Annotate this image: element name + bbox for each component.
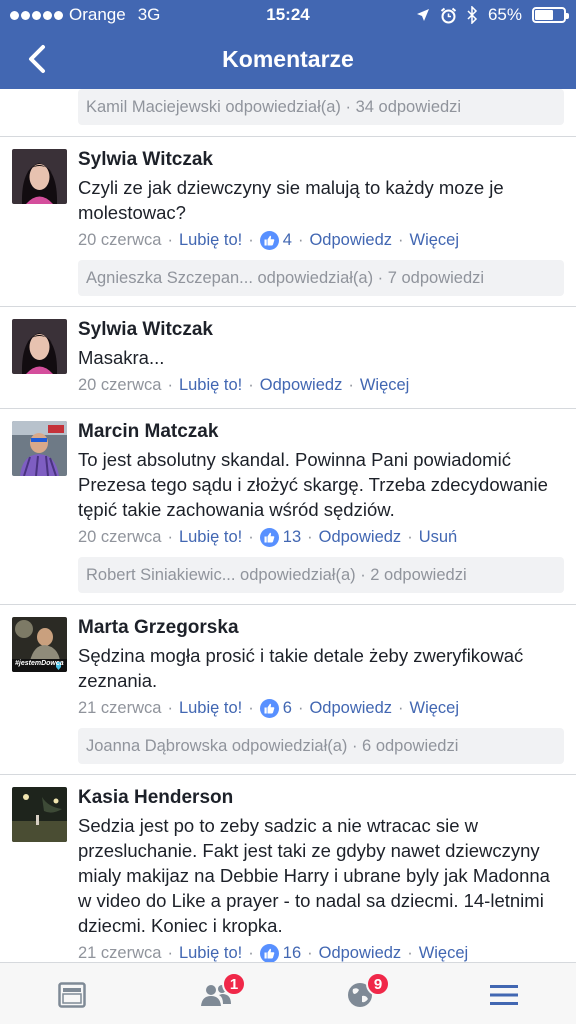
tab-news-feed[interactable] bbox=[52, 978, 92, 1012]
avatar[interactable] bbox=[12, 319, 67, 374]
comment-author[interactable]: Sylwia Witczak bbox=[78, 149, 564, 171]
bluetooth-icon bbox=[467, 6, 478, 24]
replies-summary[interactable]: Agnieszka Szczepan... odpowiedział(a) · … bbox=[78, 260, 564, 296]
like-count[interactable]: 13 bbox=[259, 528, 301, 547]
comment-text: Sędzina mogła prosić i takie detale żeby… bbox=[78, 645, 524, 691]
comment-text: To jest absolutny skandal. Powinna Pani … bbox=[78, 449, 548, 520]
like-button[interactable]: Lubię to! bbox=[179, 231, 242, 250]
comment-author[interactable]: Marta Grzegorska bbox=[78, 617, 564, 639]
more-button[interactable]: Więcej bbox=[360, 376, 410, 395]
like-thumb-icon bbox=[259, 699, 279, 718]
comments-list[interactable]: Kamil Maciejewski odpowiedział(a) · 34 o… bbox=[0, 89, 576, 962]
comment-date: 20 czerwca bbox=[78, 376, 162, 394]
comment-author[interactable]: Marcin Matczak bbox=[78, 421, 564, 443]
comment-text: Sedzia jest po to zeby sadzic a nie wtra… bbox=[78, 815, 550, 936]
more-button[interactable]: Więcej bbox=[410, 699, 460, 718]
comment-actions: 20 czerwca · Lubię to! · 4 · Odpowiedz · Wi… bbox=[78, 231, 460, 250]
avatar[interactable] bbox=[12, 149, 67, 204]
delete-button[interactable]: Usuń bbox=[419, 528, 458, 547]
avatar[interactable] bbox=[12, 787, 67, 842]
comment: Kasia Henderson Sedzia jest po to zeby s… bbox=[0, 775, 576, 962]
nav-bar: Komentarze bbox=[0, 30, 576, 89]
reply-button[interactable]: Odpowiedz bbox=[319, 944, 402, 962]
replies-summary[interactable]: Joanna Dąbrowska odpowiedział(a) · 6 odp… bbox=[78, 728, 564, 764]
alarm-icon bbox=[440, 7, 457, 23]
page-title: Komentarze bbox=[222, 46, 354, 72]
tab-notifications[interactable]: 9 bbox=[340, 972, 390, 1012]
comment: Sylwia Witczak Masakra... 20 czerwca · Lu… bbox=[0, 307, 576, 409]
reply-button[interactable]: Odpowiedz bbox=[319, 528, 402, 547]
comment-text: Czyli ze jak dziewczyny sie malują to ka… bbox=[78, 177, 504, 223]
reply-button[interactable]: Odpowiedz bbox=[260, 376, 343, 395]
like-count[interactable]: 6 bbox=[259, 699, 292, 718]
comment: Marcin Matczak To jest absolutny skandal… bbox=[0, 409, 576, 605]
like-thumb-icon bbox=[259, 528, 279, 547]
avatar[interactable] bbox=[12, 421, 67, 476]
network: 3G bbox=[137, 5, 161, 24]
tab-bar: 1 9 bbox=[0, 962, 576, 1024]
menu-icon bbox=[490, 985, 518, 1005]
more-button[interactable]: Więcej bbox=[410, 231, 460, 250]
like-button[interactable]: Lubię to! bbox=[179, 699, 242, 718]
status-bar: Orange 3G 15:24 65% bbox=[0, 0, 576, 30]
battery-percent: 65% bbox=[487, 5, 522, 24]
comment-date: 20 czerwca bbox=[78, 231, 162, 249]
comment-actions: 21 czerwca · Lubię to! · 16 · Odpowiedz · W… bbox=[78, 944, 469, 962]
comment-author[interactable]: Sylwia Witczak bbox=[78, 319, 564, 341]
battery-icon bbox=[532, 7, 569, 23]
comment: #jestemDowca Marta Grzegorska Sędzina mo… bbox=[0, 605, 576, 775]
notifications-badge: 9 bbox=[366, 972, 390, 996]
comment-date: 20 czerwca bbox=[78, 528, 162, 546]
like-button[interactable]: Lubię to! bbox=[179, 376, 242, 395]
like-thumb-icon bbox=[259, 231, 279, 250]
carrier: Orange bbox=[69, 5, 126, 24]
location-arrow-icon bbox=[416, 9, 429, 21]
comment-actions: 20 czerwca · Lubię to! · Odpowiedz · Więcej bbox=[78, 376, 410, 395]
news-feed-icon bbox=[58, 982, 86, 1008]
comment-actions: 20 czerwca · Lubię to! · 13 · Odpowiedz · U… bbox=[78, 528, 458, 547]
avatar[interactable]: #jestemDowca bbox=[12, 617, 67, 672]
comment-date: 21 czerwca bbox=[78, 699, 162, 717]
back-button[interactable] bbox=[20, 42, 54, 76]
like-button[interactable]: Lubię to! bbox=[179, 528, 242, 547]
tab-friends[interactable]: 1 bbox=[196, 972, 246, 1012]
avatar-caption: #jestemDowca bbox=[15, 660, 64, 667]
signal-icon bbox=[10, 10, 63, 20]
comment-date: 21 czerwca bbox=[78, 944, 162, 962]
like-thumb-icon bbox=[259, 944, 279, 962]
tab-menu[interactable] bbox=[484, 978, 524, 1012]
reply-button[interactable]: Odpowiedz bbox=[309, 231, 392, 250]
replies-summary[interactable]: Kamil Maciejewski odpowiedział(a) · 34 o… bbox=[78, 89, 564, 125]
more-button[interactable]: Więcej bbox=[419, 944, 469, 962]
comment-text: Masakra... bbox=[78, 347, 165, 368]
top-bar: Orange 3G 15:24 65% Komentarze bbox=[0, 0, 576, 89]
like-count[interactable]: 4 bbox=[259, 231, 292, 250]
comment-partial: Kamil Maciejewski odpowiedział(a) · 34 o… bbox=[0, 89, 576, 137]
friends-badge: 1 bbox=[222, 972, 246, 996]
like-button[interactable]: Lubię to! bbox=[179, 944, 242, 962]
back-chevron-icon bbox=[29, 45, 45, 73]
comment: Sylwia Witczak Czyli ze jak dziewczyny s… bbox=[0, 137, 576, 307]
like-count[interactable]: 16 bbox=[259, 944, 301, 962]
comment-actions: 21 czerwca · Lubię to! · 6 · Odpowiedz · Wi… bbox=[78, 699, 460, 718]
reply-button[interactable]: Odpowiedz bbox=[309, 699, 392, 718]
replies-summary[interactable]: Robert Siniakiewic... odpowiedział(a) · … bbox=[78, 557, 564, 593]
comment-author[interactable]: Kasia Henderson bbox=[78, 787, 564, 809]
